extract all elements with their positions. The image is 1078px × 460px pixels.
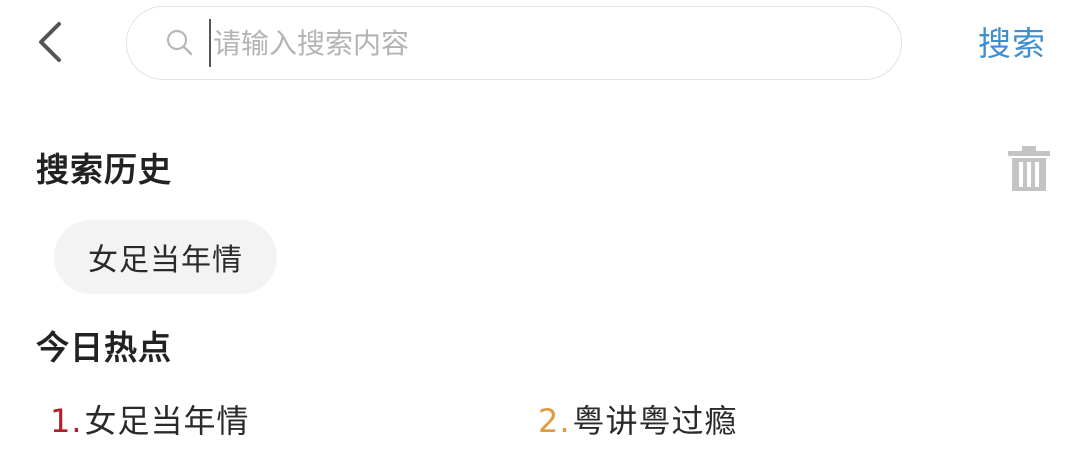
hot-topics-title: 今日热点 — [36, 328, 172, 367]
trash-icon — [1008, 146, 1050, 191]
hot-topic-label: 女足当年情 — [84, 402, 250, 440]
hot-topic-label: 粤讲粤过瘾 — [572, 402, 738, 440]
clear-history-button[interactable] — [1006, 144, 1052, 192]
search-history-title: 搜索历史 — [36, 150, 172, 189]
chevron-left-icon — [39, 22, 61, 62]
search-submit-button[interactable]: 搜索 — [978, 22, 1046, 66]
search-icon — [165, 28, 195, 58]
search-box[interactable] — [126, 6, 902, 80]
history-tag[interactable]: 女足当年情 — [54, 220, 277, 294]
hot-topic-item[interactable]: 2.粤讲粤过瘾 — [538, 400, 738, 442]
back-button[interactable] — [28, 20, 72, 64]
hot-topic-rank: 2. — [538, 402, 571, 440]
search-input[interactable] — [209, 19, 853, 67]
hot-topic-rank: 1. — [50, 402, 83, 440]
search-history-list: 女足当年情 — [54, 220, 277, 294]
hot-topic-item[interactable]: 1.女足当年情 — [50, 400, 250, 442]
search-page: 搜索 搜索历史 女足当年情 今日热点 1.女足当年情 2.粤讲粤过瘾 — [0, 0, 1078, 460]
